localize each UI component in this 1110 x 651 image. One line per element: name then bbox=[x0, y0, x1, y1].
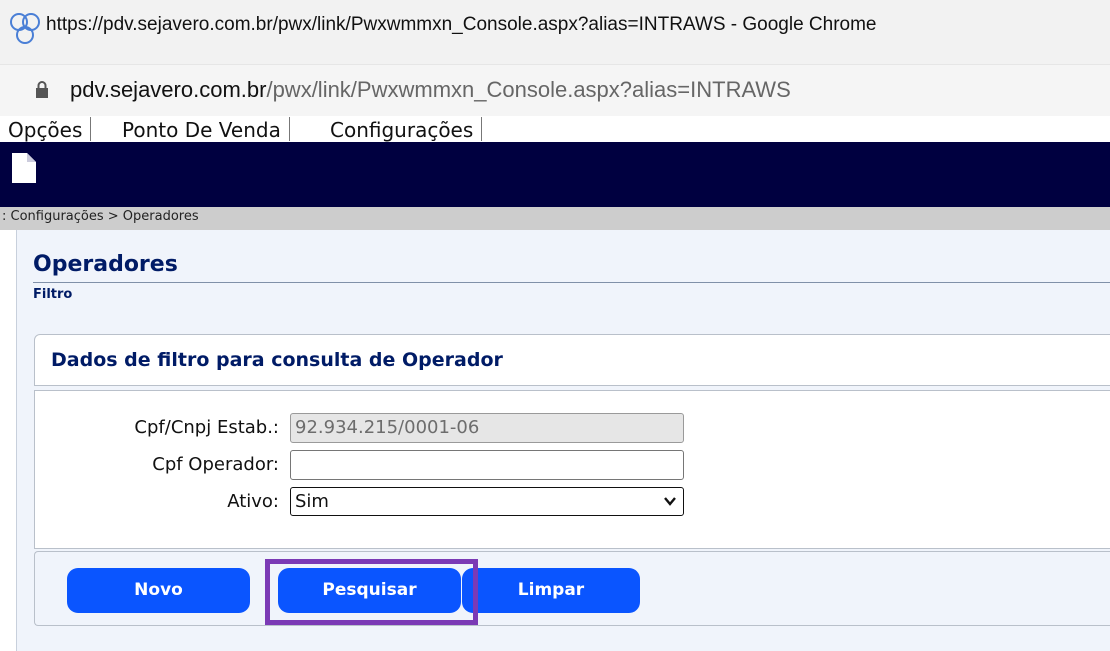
address-bar[interactable]: pdv.sejavero.com.br/pwx/link/Pwxwmmxn_Co… bbox=[0, 64, 1110, 117]
main-content: Operadores Filtro Dados de filtro para c… bbox=[16, 230, 1110, 651]
filter-panel-header: Dados de filtro para consulta de Operado… bbox=[34, 334, 1110, 386]
address-url[interactable]: pdv.sejavero.com.br/pwx/link/Pwxwmmxn_Co… bbox=[70, 77, 791, 103]
action-bar: Novo Pesquisar Limpar bbox=[34, 551, 1110, 626]
address-host: pdv.sejavero.com.br bbox=[70, 77, 267, 102]
ativo-select[interactable]: Sim bbox=[290, 487, 684, 516]
breadcrumb: : Configurações > Operadores bbox=[0, 207, 1110, 230]
menu-item-configuracoes[interactable]: Configurações bbox=[322, 117, 483, 142]
menu-item-opcoes[interactable]: Opções bbox=[0, 117, 92, 142]
cnpj-label: Cpf/Cnpj Estab.: bbox=[134, 417, 279, 438]
cpf-operador-label: Cpf Operador: bbox=[152, 454, 279, 475]
app-banner bbox=[0, 142, 1110, 207]
menu-item-ponto-de-venda[interactable]: Ponto De Venda bbox=[114, 117, 290, 142]
page-subtitle: Filtro bbox=[33, 287, 73, 302]
page-title: Operadores bbox=[33, 252, 178, 277]
breadcrumb-text: : Configurações > Operadores bbox=[2, 209, 199, 224]
title-divider bbox=[33, 282, 1110, 283]
document-icon[interactable] bbox=[12, 153, 36, 183]
cnpj-field: 92.934.215/0001-06 bbox=[290, 413, 684, 443]
address-path: /pwx/link/Pwxwmmxn_Console.aspx?alias=IN… bbox=[266, 77, 791, 102]
highlight-box bbox=[265, 559, 478, 625]
ativo-label: Ativo: bbox=[227, 491, 279, 512]
filter-panel: Cpf/Cnpj Estab.: 92.934.215/0001-06 Cpf … bbox=[34, 390, 1110, 549]
cpf-operador-field[interactable] bbox=[290, 450, 684, 480]
lock-icon bbox=[36, 81, 48, 98]
filter-heading: Dados de filtro para consulta de Operado… bbox=[51, 349, 503, 371]
app-menu-bar: Opções Ponto De Venda Configurações bbox=[0, 116, 1110, 143]
novo-button[interactable]: Novo bbox=[67, 568, 250, 613]
ativo-selected-value: Sim bbox=[295, 491, 329, 512]
chevron-down-icon bbox=[664, 497, 676, 506]
window-title: https://pdv.sejavero.com.br/pwx/link/Pwx… bbox=[46, 14, 877, 35]
chrome-profile-icon bbox=[10, 13, 40, 44]
limpar-button[interactable]: Limpar bbox=[462, 568, 640, 613]
browser-title-bar: https://pdv.sejavero.com.br/pwx/link/Pwx… bbox=[0, 0, 1110, 64]
